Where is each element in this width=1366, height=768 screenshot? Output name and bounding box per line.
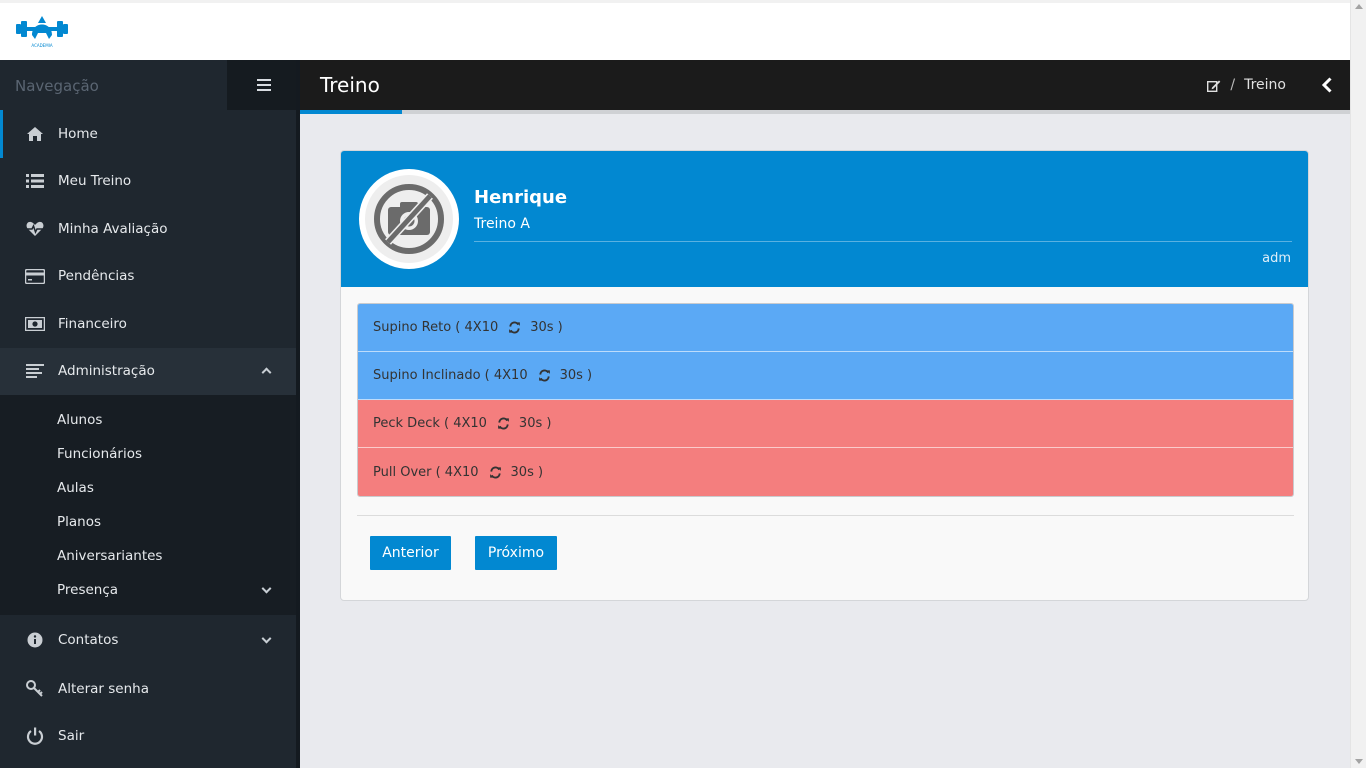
submenu-item-alunos[interactable]: Alunos — [0, 403, 296, 437]
chevron-down-icon — [261, 583, 272, 594]
refresh-icon — [538, 369, 550, 382]
list-item[interactable]: Pull Over ( 4X10 30s ) — [358, 448, 1293, 496]
power-icon — [25, 727, 45, 746]
refresh-icon — [489, 466, 501, 478]
chevron-left-icon[interactable] — [1322, 77, 1332, 93]
breadcrumb: / Treino — [1207, 77, 1286, 93]
sidebar-edge — [296, 60, 300, 768]
sidebar-item-contatos[interactable]: Contatos — [0, 615, 296, 665]
sidebar-item-sair[interactable]: Sair — [0, 713, 296, 761]
sidebar-item-meu-treino[interactable]: Meu Treino — [0, 158, 296, 206]
avatar — [359, 169, 459, 269]
sidebar-item-administracao[interactable]: Administração — [0, 347, 296, 395]
refresh-icon — [498, 417, 509, 430]
exercise-name: Supino Inclinado ( 4X10 — [373, 368, 528, 383]
nav-title: Navegação — [15, 77, 99, 95]
exercise-name: Pull Over ( 4X10 — [373, 464, 479, 480]
list-item[interactable]: Supino Inclinado ( 4X10 30s ) — [358, 352, 1293, 400]
money-icon — [25, 315, 45, 333]
menu-toggle-button[interactable] — [227, 60, 300, 110]
card-header: Henrique Treino A adm — [341, 151, 1308, 287]
sidebar-item-label: Pendências — [58, 268, 135, 285]
home-icon — [25, 125, 45, 143]
gym-logo-icon[interactable]: ACADEMIA — [16, 13, 68, 49]
key-icon — [25, 679, 45, 698]
submenu-label: Planos — [57, 514, 102, 530]
refresh-icon — [509, 321, 521, 334]
sidebar-item-home[interactable]: Home — [0, 110, 296, 158]
sidebar-item-label: Minha Avaliação — [58, 220, 168, 237]
workout-name: Treino A — [474, 216, 530, 232]
list-icon — [25, 172, 45, 190]
rest-time: 30s ) — [518, 416, 552, 431]
nav-header: Navegação — [0, 60, 300, 110]
chevron-down-icon — [261, 633, 272, 644]
hamburger-icon — [256, 79, 271, 91]
submenu-item-presenca[interactable]: Presença — [0, 573, 296, 607]
header-underline — [300, 110, 1350, 114]
exercise-name: Supino Reto ( 4X10 — [373, 320, 499, 335]
page-title: Treino — [320, 73, 380, 97]
sidebar-item-label: Contatos — [58, 632, 119, 648]
info-icon — [25, 631, 45, 649]
chevron-up-icon — [261, 367, 272, 378]
svg-text:ACADEMIA: ACADEMIA — [31, 43, 52, 48]
sidebar-item-label: Alterar senha — [58, 680, 149, 697]
edit-icon[interactable] — [1207, 79, 1221, 92]
next-button[interactable]: Próximo — [475, 536, 557, 570]
page-header: Treino / Treino — [300, 60, 1350, 110]
heartbeat-icon — [25, 220, 45, 238]
top-bar: ACADEMIA — [0, 0, 1350, 60]
submenu-label: Presença — [57, 582, 119, 598]
submenu-label: Aniversariantes — [57, 548, 163, 564]
previous-button[interactable]: Anterior — [370, 536, 451, 570]
submenu-item-funcionarios[interactable]: Funcionários — [0, 437, 296, 471]
submenu-item-aulas[interactable]: Aulas — [0, 471, 296, 505]
rest-time: 30s ) — [530, 320, 563, 335]
exercise-name: Peck Deck ( 4X10 — [373, 416, 487, 431]
scroll-down-arrow[interactable] — [1355, 759, 1363, 764]
sidebar-item-financeiro[interactable]: Financeiro — [0, 300, 296, 348]
submenu-item-aniversariantes[interactable]: Aniversariantes — [0, 539, 296, 573]
page-scrollbar[interactable] — [1350, 0, 1366, 768]
active-tab-indicator — [300, 110, 402, 114]
admin-submenu: Alunos Funcionários Aulas Planos Anivers… — [0, 395, 296, 615]
scroll-up-arrow[interactable] — [1355, 4, 1363, 9]
sidebar: Navegação Home Meu Treino Minha Avaliaçã… — [0, 60, 300, 768]
sidebar-item-label: Home — [58, 125, 98, 142]
sidebar-item-label: Administração — [58, 363, 155, 380]
sidebar-item-label: Financeiro — [58, 315, 127, 332]
submenu-label: Funcionários — [57, 446, 142, 462]
submenu-item-planos[interactable]: Planos — [0, 505, 296, 539]
sidebar-item-pendencias[interactable]: Pendências — [0, 253, 296, 301]
list-item[interactable]: Supino Reto ( 4X10 30s ) — [358, 304, 1293, 352]
user-name: Henrique — [474, 187, 568, 208]
exercise-list: Supino Reto ( 4X10 30s ) Supino Inclinad… — [357, 303, 1294, 497]
rest-time: 30s ) — [510, 464, 544, 480]
sidebar-item-label: Sair — [58, 728, 85, 745]
credit-card-icon — [25, 267, 45, 285]
workout-card: Henrique Treino A adm Supino Reto ( 4X10… — [340, 150, 1309, 601]
breadcrumb-current[interactable]: Treino — [1244, 77, 1286, 93]
author-label: adm — [1262, 251, 1291, 266]
submenu-label: Aulas — [57, 480, 94, 496]
align-left-icon — [25, 362, 45, 380]
sidebar-item-label: Meu Treino — [58, 173, 132, 190]
sidebar-item-alterar-senha[interactable]: Alterar senha — [0, 665, 296, 713]
breadcrumb-separator: / — [1230, 77, 1236, 93]
rest-time: 30s ) — [559, 368, 593, 383]
sidebar-item-minha-avaliacao[interactable]: Minha Avaliação — [0, 205, 296, 253]
header-divider — [474, 241, 1292, 242]
no-camera-icon — [374, 184, 444, 254]
list-item[interactable]: Peck Deck ( 4X10 30s ) — [358, 400, 1293, 448]
card-footer-divider — [357, 515, 1294, 516]
submenu-label: Alunos — [57, 412, 103, 428]
